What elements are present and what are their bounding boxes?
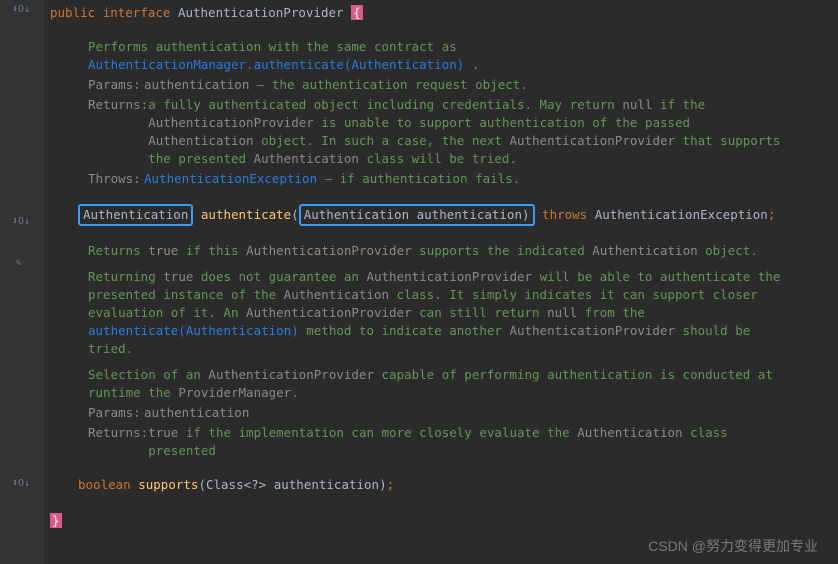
highlight-return-type: Authentication <box>78 204 193 226</box>
exception-type: AuthenticationException <box>595 207 768 222</box>
javadoc-authenticate: Performs authentication with the same co… <box>80 34 790 192</box>
close-brace: } <box>50 513 62 528</box>
javadoc-params: Params: authentication – the authenticat… <box>88 76 782 94</box>
watermark: CSDN @努力变得更加专业 <box>648 536 818 556</box>
close-brace-line: } <box>50 512 838 530</box>
javadoc-link[interactable]: AuthenticationManager.authenticate(Authe… <box>88 57 464 72</box>
javadoc-summary: Returns true if this AuthenticationProvi… <box>88 242 782 260</box>
highlight-param: Authentication authentication) <box>299 204 535 226</box>
javadoc-throws: Throws: AuthenticationException – if aut… <box>88 170 782 188</box>
javadoc-para: Selection of an AuthenticationProvider c… <box>88 366 782 402</box>
javadoc-returns: Returns: true if the implementation can … <box>88 424 782 460</box>
edit-icon[interactable]: ✎ <box>16 258 22 269</box>
method-name: authenticate <box>201 207 291 222</box>
javadoc-supports: Returns true if this AuthenticationProvi… <box>80 238 790 464</box>
keyword-public: public <box>50 5 95 20</box>
javadoc-link[interactable]: authenticate(Authentication) <box>88 323 299 338</box>
keyword-interface: interface <box>103 5 171 20</box>
impl-icon[interactable]: ⬇O↓ <box>12 216 30 227</box>
impl-icon[interactable]: ⬇O↓ <box>12 478 30 489</box>
method-name: supports <box>138 477 198 492</box>
method-authenticate-signature: Authentication authenticate(Authenticati… <box>50 204 838 226</box>
javadoc-link[interactable]: AuthenticationException <box>144 171 317 186</box>
method-supports-signature: boolean supports(Class<?> authentication… <box>50 476 838 494</box>
javadoc-params: Params: authentication <box>88 404 782 422</box>
javadoc-summary: Performs authentication with the same co… <box>88 38 782 74</box>
type-name: AuthenticationProvider <box>178 5 344 20</box>
code-area[interactable]: public interface AuthenticationProvider … <box>44 0 838 564</box>
interface-declaration: public interface AuthenticationProvider … <box>50 4 838 22</box>
keyword-boolean: boolean <box>78 477 131 492</box>
open-brace: { <box>351 5 363 20</box>
keyword-throws: throws <box>542 207 587 222</box>
javadoc-para: Returning true does not guarantee an Aut… <box>88 268 782 358</box>
javadoc-returns: Returns: a fully authenticated object in… <box>88 96 782 168</box>
editor-container: ⬇O↓ ⬇O↓ ✎ ⬇O↓ public interface Authentic… <box>0 0 838 564</box>
gutter: ⬇O↓ ⬇O↓ ✎ ⬇O↓ <box>0 0 44 564</box>
impl-icon[interactable]: ⬇O↓ <box>12 4 30 15</box>
